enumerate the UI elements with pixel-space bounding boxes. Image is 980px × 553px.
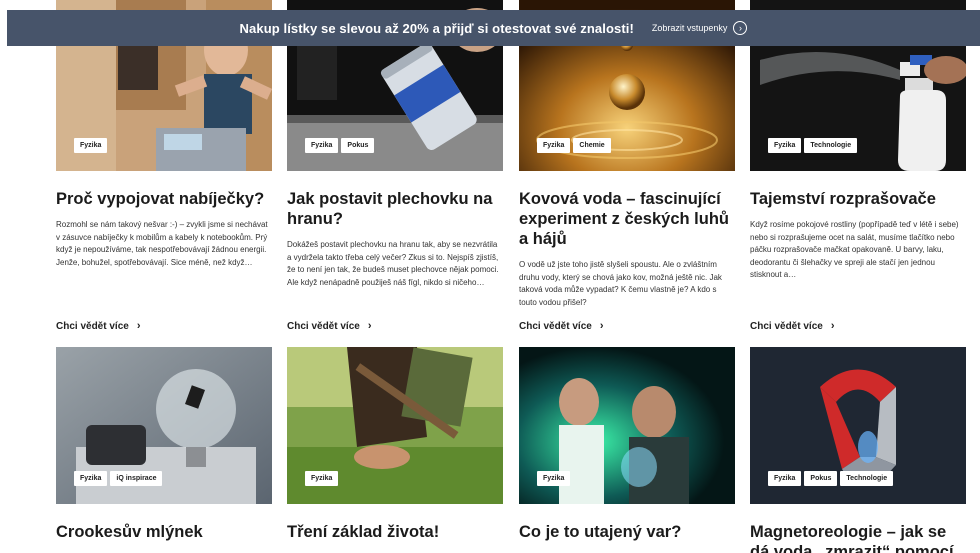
tag[interactable]: Fyzika bbox=[537, 138, 571, 153]
read-more-label: Chci vědět více bbox=[519, 320, 592, 332]
tag[interactable]: Technologie bbox=[804, 138, 858, 153]
chevron-right-icon: › bbox=[136, 320, 141, 332]
show-tickets-label: Zobrazit vstupenky bbox=[651, 23, 728, 33]
article-card-hidden-boil[interactable]: Fyzika Co je to utajený var? bbox=[519, 347, 735, 542]
read-more-label: Chci vědět více bbox=[750, 320, 823, 332]
read-more-label: Chci vědět více bbox=[56, 320, 129, 332]
article-card-crookes[interactable]: Fyzika iQ inspirace Crookesův mlýnek bbox=[56, 347, 272, 542]
tag[interactable]: Fyzika bbox=[305, 138, 339, 153]
article-excerpt: Rozmohl se nám takový nešvar :-) – zvykl… bbox=[56, 220, 268, 267]
article-card-magnetorheology[interactable]: Fyzika Pokus Technologie Magnetoreologie… bbox=[750, 347, 966, 553]
tag[interactable]: Pokus bbox=[341, 138, 375, 153]
article-thumbnail[interactable]: Fyzika iQ inspirace bbox=[56, 347, 272, 504]
article-title[interactable]: Tajemství rozprašovače bbox=[750, 189, 966, 209]
article-title[interactable]: Jak postavit plechovku na hranu? bbox=[287, 189, 503, 229]
tag[interactable]: Fyzika bbox=[74, 138, 108, 153]
tag[interactable]: Pokus bbox=[804, 471, 838, 486]
banner-text: Nakup lístky se slevou až 20% a přijď si… bbox=[239, 20, 634, 36]
article-card-friction[interactable]: Fyzika Tření základ života! bbox=[287, 347, 503, 542]
chevron-right-circle-icon: › bbox=[733, 21, 748, 35]
tag[interactable]: Fyzika bbox=[537, 471, 571, 486]
article-title[interactable]: Tření základ života! bbox=[287, 522, 503, 542]
chevron-right-icon: › bbox=[830, 320, 835, 332]
tag[interactable]: Fyzika bbox=[74, 471, 108, 486]
read-more-label: Chci vědět více bbox=[287, 320, 360, 332]
article-title[interactable]: Proč vypojovat nabíječky? bbox=[56, 189, 272, 209]
tag[interactable]: Fyzika bbox=[768, 138, 802, 153]
read-more-link[interactable]: Chci vědět více › bbox=[750, 320, 966, 332]
article-title[interactable]: Magnetoreologie – jak se dá voda „zmrazi… bbox=[750, 522, 966, 553]
article-title[interactable]: Co je to utajený var? bbox=[519, 522, 735, 542]
tag[interactable]: Fyzika bbox=[305, 471, 339, 486]
article-thumbnail[interactable]: Fyzika Pokus Technologie bbox=[750, 347, 966, 504]
tag[interactable]: iQ inspirace bbox=[110, 471, 163, 486]
article-card-metal-water[interactable]: Fyzika Chemie Kovová voda – fascinující … bbox=[519, 0, 735, 309]
read-more-link[interactable]: Chci vědět více › bbox=[56, 320, 272, 332]
article-excerpt: Dokážeš postavit plechovku na hranu tak,… bbox=[287, 240, 499, 287]
article-title[interactable]: Kovová voda – fascinující experiment z č… bbox=[519, 189, 735, 249]
promo-banner: Nakup lístky se slevou až 20% a přijď si… bbox=[7, 10, 980, 46]
article-thumbnail[interactable]: Fyzika bbox=[519, 347, 735, 504]
article-thumbnail[interactable]: Fyzika bbox=[287, 347, 503, 504]
tag[interactable]: Technologie bbox=[840, 471, 894, 486]
chevron-right-icon: › bbox=[367, 320, 372, 332]
read-more-link[interactable]: Chci vědět více › bbox=[519, 320, 735, 332]
article-excerpt: O vodě už jste toho jistě slyšeli spoust… bbox=[519, 260, 722, 307]
tag[interactable]: Chemie bbox=[573, 138, 611, 153]
article-excerpt: Když rosíme pokojové rostliny (popřípadě… bbox=[750, 220, 959, 279]
show-tickets-link[interactable]: Zobrazit vstupenky › bbox=[652, 21, 748, 35]
read-more-link[interactable]: Chci vědět více › bbox=[287, 320, 503, 332]
article-title[interactable]: Crookesův mlýnek bbox=[56, 522, 272, 542]
tag[interactable]: Fyzika bbox=[768, 471, 802, 486]
chevron-right-icon: › bbox=[599, 320, 604, 332]
